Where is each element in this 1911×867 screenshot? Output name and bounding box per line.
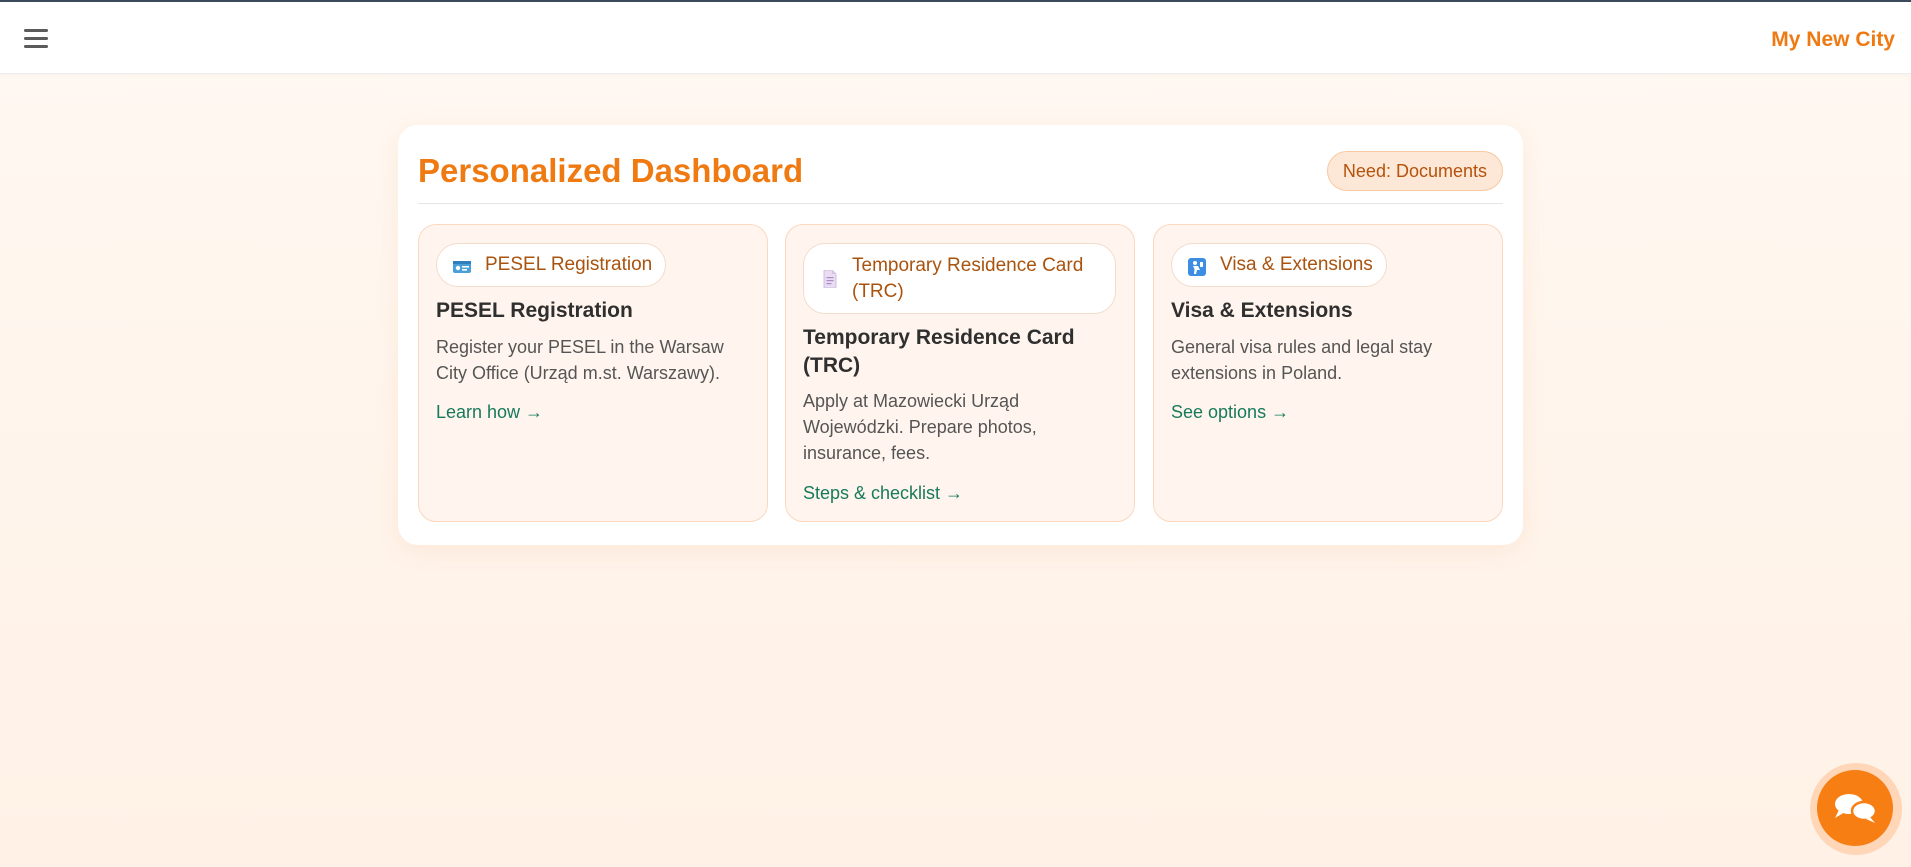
dashboard-panel: Personalized Dashboard Need: Documents P… <box>398 125 1523 545</box>
chat-bubbles-icon <box>1835 794 1878 823</box>
card-description: Register your PESEL in the Warsaw City O… <box>436 337 724 383</box>
card-description: General visa rules and legal stay extens… <box>1171 337 1433 383</box>
card-title: Visa & Extensions <box>1171 299 1353 322</box>
id-card-icon <box>453 261 471 273</box>
steps-checklist-link[interactable]: Steps & checklist → <box>803 483 963 504</box>
card-title: PESEL Registration <box>436 299 633 322</box>
card-chip: Visa & Extensions <box>1171 243 1387 287</box>
navbar: My New City <box>0 2 1911 74</box>
page-title: Personalized Dashboard <box>418 152 804 189</box>
card-description: Apply at Mazowiecki Urząd Wojewódzki. Pr… <box>803 391 1037 463</box>
card-chip-label: Temporary Residence Card (TRC) <box>852 254 1084 302</box>
learn-how-link[interactable]: Learn how → <box>436 402 543 423</box>
card-visa: Visa & Extensions Visa & Extensions Gene… <box>1153 224 1503 522</box>
need-badge[interactable]: Need: Documents <box>1326 151 1503 191</box>
card-chip-label: Visa & Extensions <box>1220 254 1373 275</box>
hamburger-menu-icon[interactable] <box>22 26 52 52</box>
card-chip: Temporary Residence Card (TRC) <box>803 243 1116 314</box>
divider <box>418 203 1503 204</box>
passport-control-icon <box>1188 258 1206 276</box>
chat-button-inner <box>1817 770 1893 846</box>
card-title: Temporary Residence Card (TRC) <box>803 326 1075 377</box>
card-chip-label: PESEL Registration <box>485 254 653 275</box>
document-icon <box>823 270 837 288</box>
card-chip: PESEL Registration <box>436 243 667 287</box>
card-pesel: PESEL Registration PESEL Registration Re… <box>418 224 768 522</box>
see-options-link[interactable]: See options → <box>1171 402 1289 423</box>
brand-name[interactable]: My New City <box>1771 28 1895 52</box>
card-trc: Temporary Residence Card (TRC) Temporary… <box>785 224 1135 522</box>
chat-button[interactable] <box>1810 763 1902 855</box>
